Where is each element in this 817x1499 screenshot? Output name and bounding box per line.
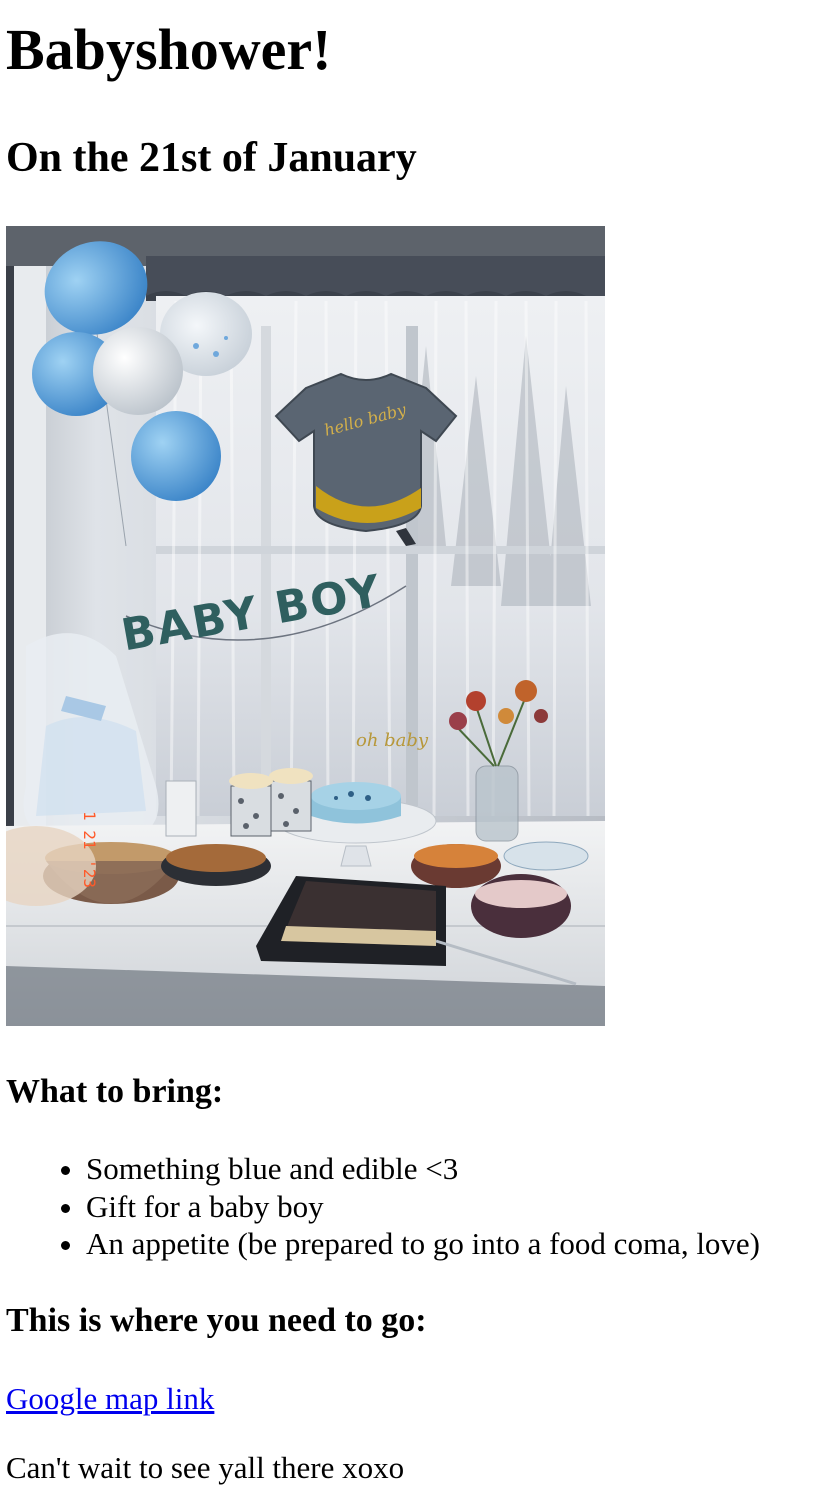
- bring-list: Something blue and edible <3 Gift for a …: [40, 1150, 760, 1263]
- list-item: An appetite (be prepared to go into a fo…: [86, 1225, 760, 1263]
- party-photo: hello baby BABY BOY oh baby 1 21 '23: [6, 226, 605, 1026]
- cake-topper-text: oh baby: [356, 730, 429, 751]
- google-map-link[interactable]: Google map link: [6, 1380, 214, 1417]
- page: Babyshower! On the 21st of January hello…: [0, 0, 817, 1499]
- list-item: Something blue and edible <3: [86, 1150, 760, 1188]
- closing-message: Can't wait to see yall there xoxo: [6, 1450, 405, 1485]
- event-date-heading: On the 21st of January: [6, 135, 417, 181]
- photo-timestamp: 1 21 '23: [80, 811, 99, 888]
- page-title: Babyshower!: [6, 17, 332, 82]
- location-heading: This is where you need to go:: [6, 1302, 427, 1339]
- list-item: Gift for a baby boy: [86, 1188, 760, 1226]
- what-to-bring-heading: What to bring:: [6, 1073, 224, 1110]
